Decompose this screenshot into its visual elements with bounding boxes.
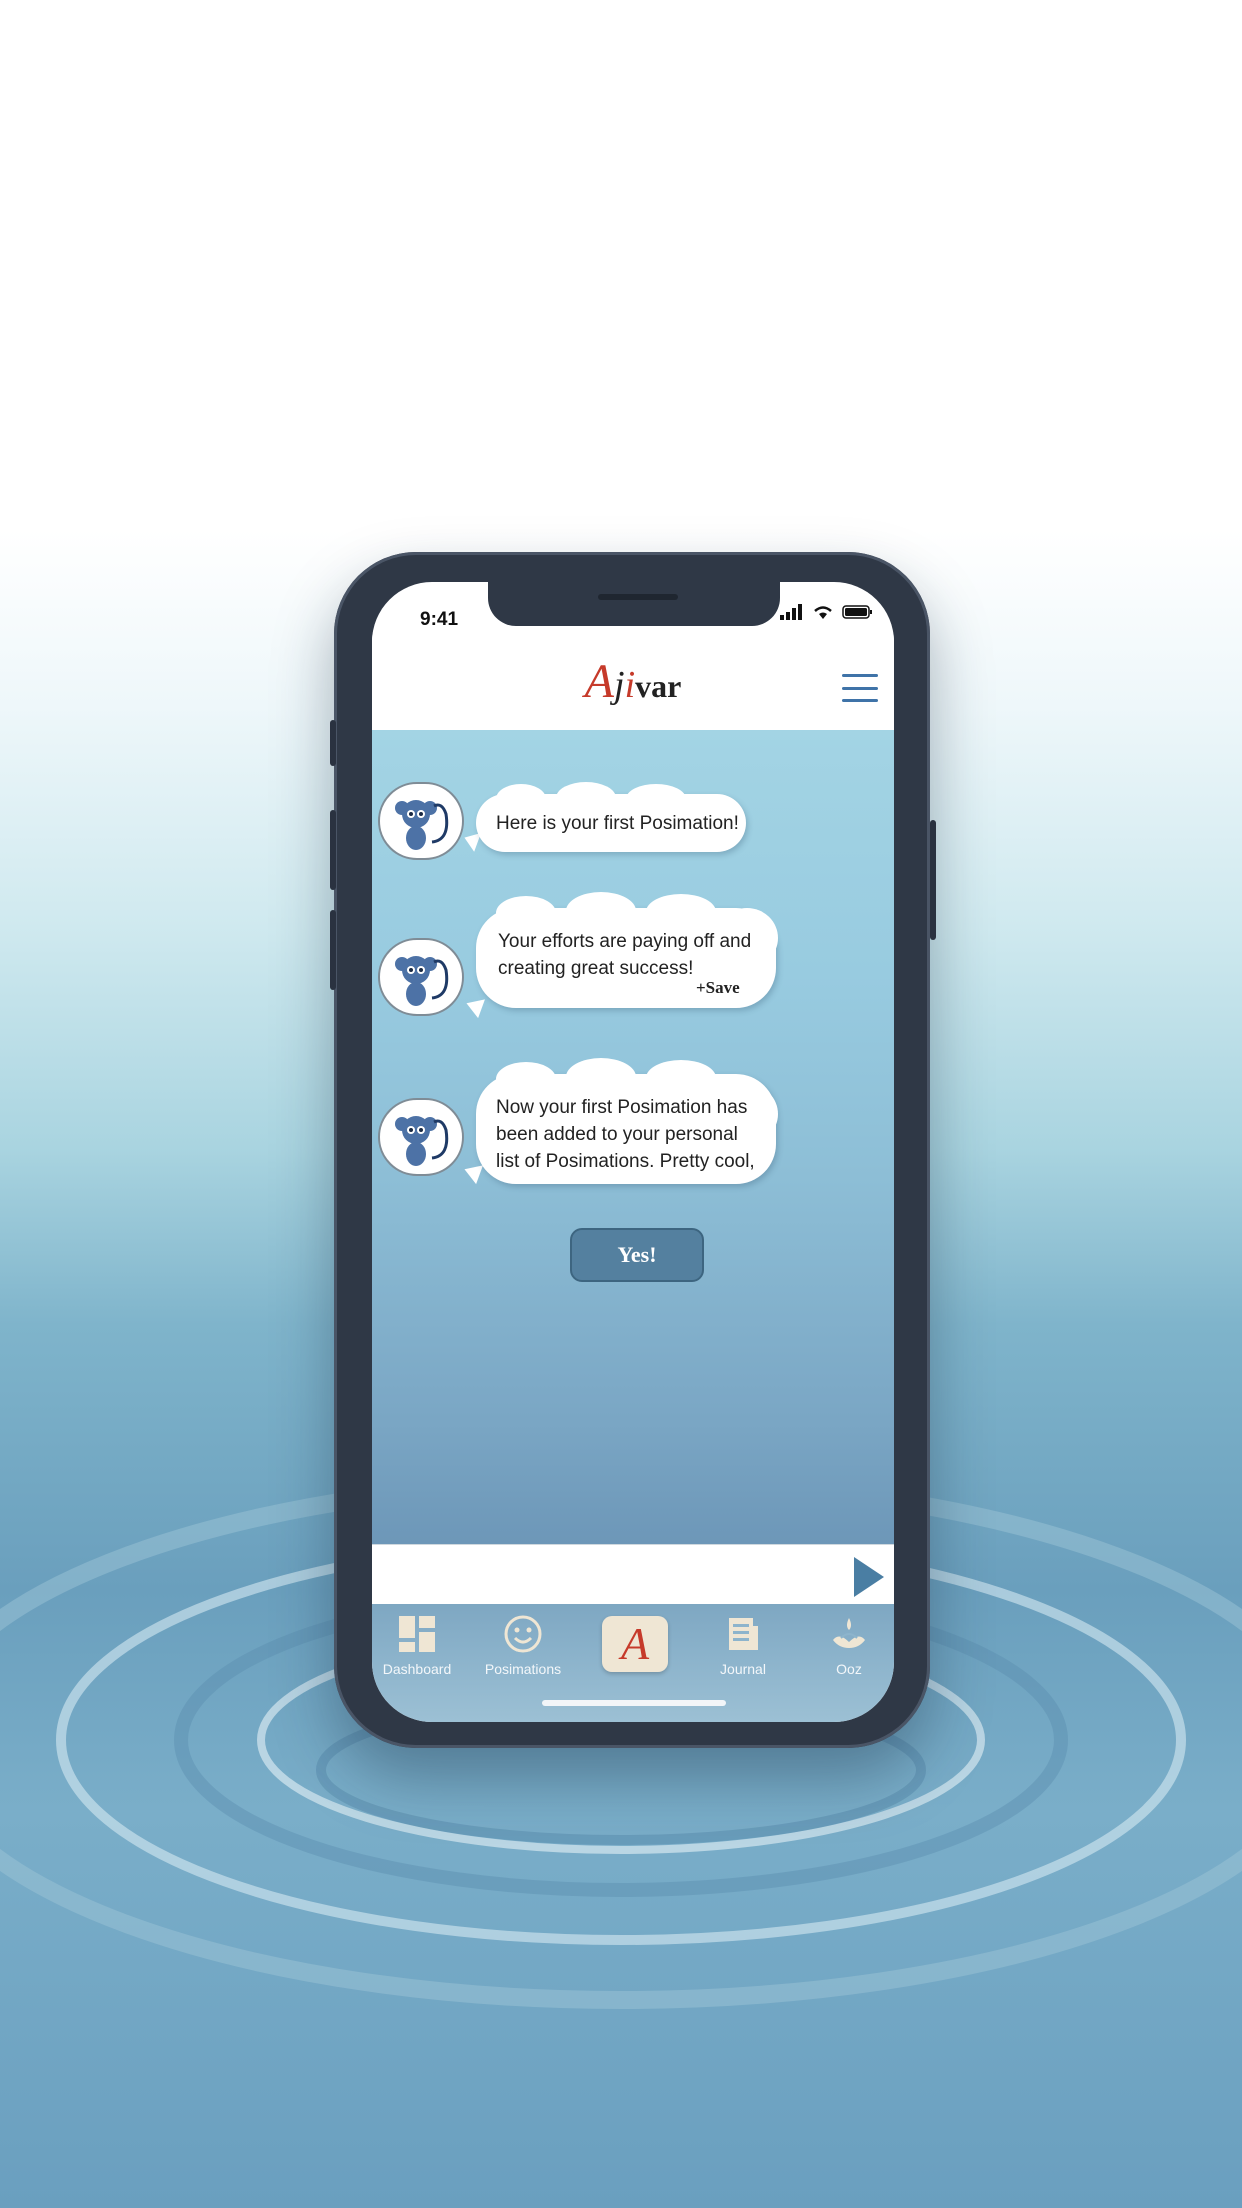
hamburger-menu-icon[interactable] <box>842 674 878 702</box>
dashboard-icon <box>399 1616 435 1652</box>
home-indicator[interactable] <box>542 1700 726 1706</box>
battery-icon <box>842 605 872 619</box>
save-button[interactable]: +Save <box>696 974 740 1001</box>
ajivar-logo-icon: A <box>620 1618 650 1669</box>
app-header: Ajivar <box>372 634 894 730</box>
tab-posimations[interactable]: Posimations <box>478 1614 568 1677</box>
tab-ooz[interactable]: Ooz <box>804 1614 894 1677</box>
status-icons <box>780 604 874 620</box>
message-text-line-2: creating great success! <box>498 958 694 979</box>
notch <box>488 582 780 626</box>
journal-icon <box>729 1618 758 1650</box>
mute-switch <box>330 720 336 766</box>
message-text-line-3: list of Posimations. Pretty cool, <box>496 1151 755 1172</box>
chat-bubble: Now your first Posimation has been added… <box>476 1058 778 1184</box>
monkey-avatar-icon <box>378 782 464 860</box>
ajivar-logo: Ajivar <box>372 654 894 709</box>
chat-area: Here is your first Posimation! Your effo… <box>372 730 894 1544</box>
message-text-line-2: been added to your personal <box>496 1124 738 1145</box>
volume-up-button <box>330 810 336 890</box>
monkey-avatar-icon <box>378 938 464 1016</box>
tab-ajivar-home[interactable]: A <box>602 1616 668 1672</box>
lotus-icon <box>833 1618 865 1648</box>
tab-label: Journal <box>720 1661 766 1677</box>
message-text: Here is your first Posimation! <box>496 813 739 834</box>
logo-letter-a: A <box>584 655 614 708</box>
send-icon[interactable] <box>854 1557 884 1597</box>
message-text-line-1: Your efforts are paying off and <box>498 931 752 952</box>
logo-letter-j: j <box>614 664 625 706</box>
phone-screen: 9:41 Ajivar Here is your first Posimatio… <box>372 582 894 1722</box>
bubble-tail <box>463 993 485 1019</box>
yes-button[interactable]: Yes! <box>570 1228 704 1282</box>
smiley-icon <box>504 1615 542 1653</box>
volume-down-button <box>330 910 336 990</box>
tab-label: Ooz <box>836 1661 862 1677</box>
tab-label: Posimations <box>484 1661 562 1677</box>
monkey-avatar-icon <box>378 1098 464 1176</box>
chat-bubble: Your efforts are paying off and creating… <box>476 892 778 1008</box>
speaker <box>598 594 678 600</box>
logo-letter-i: i <box>624 664 636 706</box>
tab-label: Dashboard <box>382 1661 452 1677</box>
message-input-bar[interactable] <box>372 1544 894 1605</box>
power-button <box>930 820 936 940</box>
status-time: 9:41 <box>420 609 459 630</box>
tab-dashboard[interactable]: Dashboard <box>372 1614 462 1677</box>
message-text-line-1: Now your first Posimation has <box>496 1097 748 1118</box>
wifi-icon <box>814 606 832 619</box>
bubble-tail <box>461 1159 483 1185</box>
chat-bubble: Here is your first Posimation! <box>476 782 746 852</box>
logo-text-var: var <box>635 668 682 704</box>
signal-icon <box>780 604 802 620</box>
tab-journal[interactable]: Journal <box>698 1614 788 1677</box>
